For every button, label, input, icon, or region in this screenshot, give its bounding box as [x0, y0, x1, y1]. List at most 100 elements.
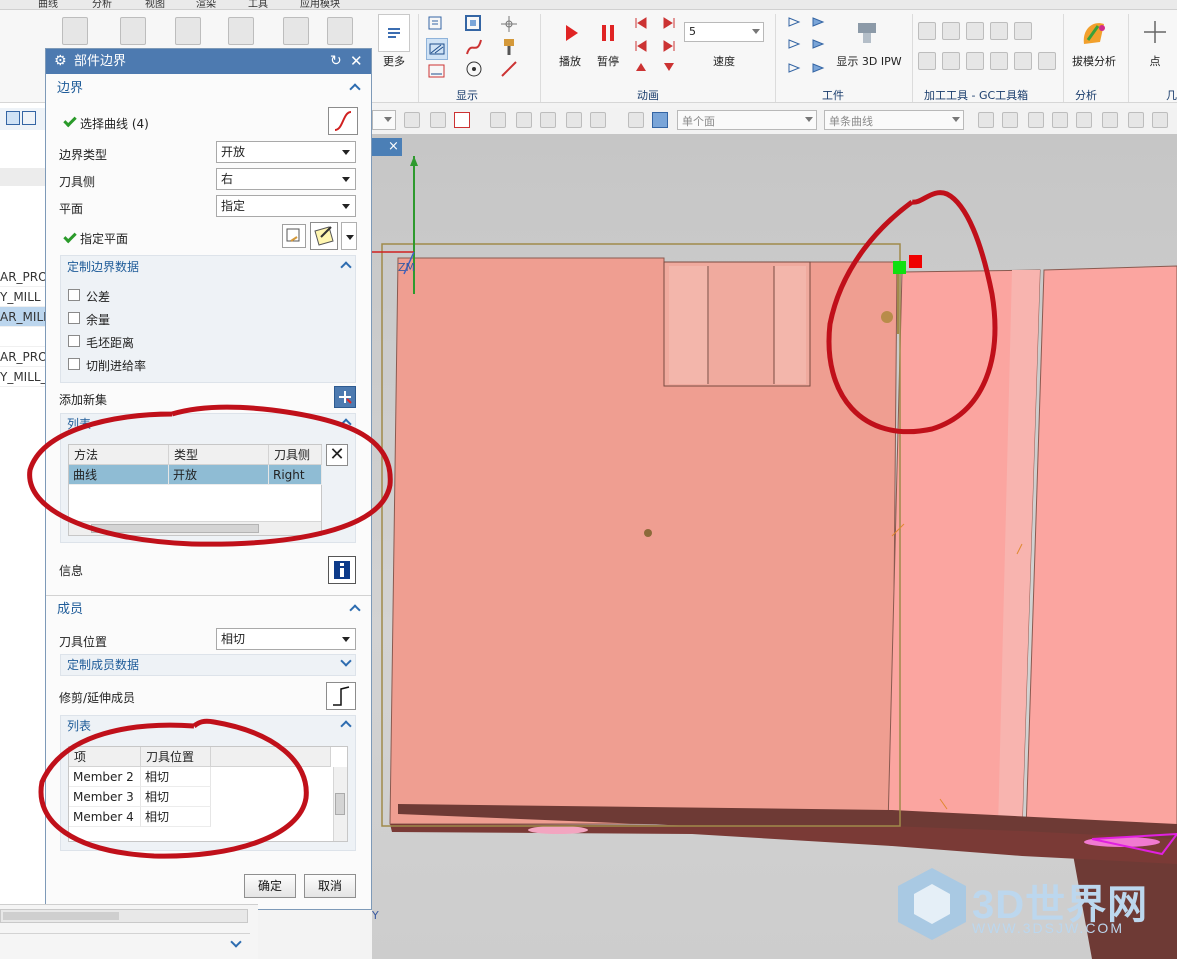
- menu-item[interactable]: 分析: [92, 0, 112, 9]
- navigator-item-selected[interactable]: AR_MILL: [0, 307, 46, 327]
- tool-position-select[interactable]: 相切: [216, 628, 356, 650]
- snap-icon[interactable]: [566, 112, 582, 128]
- snap-icon[interactable]: [1152, 112, 1168, 128]
- plane-options-dropdown[interactable]: [341, 222, 357, 250]
- circle-point-icon[interactable]: [463, 58, 485, 80]
- snap-icon[interactable]: [1002, 112, 1018, 128]
- collapse-icon[interactable]: [340, 720, 352, 732]
- speed-select[interactable]: 5: [684, 22, 764, 42]
- navigator-item[interactable]: Y_MILL: [0, 287, 46, 307]
- boundary-type-select[interactable]: 开放: [216, 141, 356, 163]
- select-curve-button[interactable]: [328, 107, 358, 135]
- ipw-icon[interactable]: [852, 17, 882, 49]
- type-filter-select[interactable]: [372, 110, 396, 130]
- point-icon[interactable]: [1142, 18, 1168, 46]
- cube-icon[interactable]: [652, 112, 668, 128]
- display-mode-icon[interactable]: [426, 13, 448, 35]
- gc-tool-icon[interactable]: [990, 52, 1008, 70]
- snap-icon[interactable]: [1102, 112, 1118, 128]
- toolbar-icon[interactable]: [62, 17, 88, 45]
- pause-icon[interactable]: [598, 22, 618, 44]
- tolerance-checkbox[interactable]: [68, 289, 80, 301]
- navigator-item[interactable]: Y_MILL_: [0, 367, 46, 387]
- play-button[interactable]: 播放: [553, 53, 587, 69]
- pause-button[interactable]: 暂停: [591, 53, 625, 69]
- ok-button[interactable]: 确定: [244, 874, 296, 898]
- workpiece-icons[interactable]: [786, 14, 804, 76]
- draft-analysis-icon[interactable]: [1078, 16, 1110, 50]
- snap-icon[interactable]: [516, 112, 532, 128]
- snap-icon[interactable]: [590, 112, 606, 128]
- stock-checkbox[interactable]: [68, 312, 80, 324]
- gc-tool-icon[interactable]: [942, 52, 960, 70]
- frame-icon[interactable]: [463, 13, 485, 35]
- collapse-icon[interactable]: [349, 83, 361, 95]
- snap-icon[interactable]: [1076, 112, 1092, 128]
- horizontal-scrollbar[interactable]: [0, 909, 248, 923]
- tool-side-select[interactable]: 右: [216, 168, 356, 190]
- toolbar-icon[interactable]: [175, 17, 201, 45]
- toolbar-icon[interactable]: [228, 17, 254, 45]
- close-icon[interactable]: ✕: [350, 49, 363, 74]
- snap-icon[interactable]: [490, 112, 506, 128]
- boundary-section-header[interactable]: 边界: [52, 77, 365, 101]
- members-section-header[interactable]: 成员: [52, 598, 365, 622]
- snap-icon[interactable]: [1052, 112, 1068, 128]
- nav-icon[interactable]: [22, 111, 36, 125]
- scrollbar-thumb[interactable]: [335, 793, 345, 815]
- toolbar-icon[interactable]: [120, 17, 146, 45]
- snap-icon[interactable]: [404, 112, 420, 128]
- custom-boundary-header[interactable]: 定制边界数据: [62, 255, 356, 279]
- menu-item[interactable]: 曲线: [38, 0, 58, 9]
- snap-icon[interactable]: [628, 112, 644, 128]
- collapse-icon[interactable]: [340, 261, 352, 273]
- toolbar-icon[interactable]: [327, 17, 353, 45]
- model-view[interactable]: [372, 134, 1177, 959]
- point-button[interactable]: 点: [1142, 53, 1168, 69]
- select-curve-label[interactable]: 选择曲线 (4): [80, 115, 149, 132]
- cancel-button[interactable]: 取消: [304, 874, 356, 898]
- gc-tool-icon[interactable]: [1014, 22, 1032, 40]
- chevron-down-icon[interactable]: [230, 936, 242, 948]
- more-icon[interactable]: [378, 14, 410, 52]
- gc-tool-icon[interactable]: [942, 22, 960, 40]
- hatch-icon[interactable]: [426, 38, 448, 60]
- close-view-icon[interactable]: ×: [388, 139, 399, 154]
- tool-icon[interactable]: [498, 36, 520, 58]
- more-button[interactable]: 更多: [378, 53, 410, 69]
- plane-dialog-button[interactable]: [282, 224, 306, 248]
- step-forward-icon[interactable]: [660, 15, 678, 75]
- expand-icon[interactable]: [340, 655, 352, 667]
- navigator-item[interactable]: AR_PROF: [0, 347, 46, 367]
- dialog-title-bar[interactable]: ⚙ 部件边界 ↻ ✕: [46, 49, 371, 74]
- play-icon[interactable]: [561, 22, 581, 44]
- select-box-icon[interactable]: [454, 112, 470, 128]
- workpiece-icons-2[interactable]: [810, 14, 828, 76]
- scrollbar-thumb[interactable]: [3, 912, 119, 920]
- gc-tool-icon[interactable]: [918, 22, 936, 40]
- snap-icon[interactable]: [430, 112, 446, 128]
- gc-tool-icon[interactable]: [966, 22, 984, 40]
- snap-icon[interactable]: [1028, 112, 1044, 128]
- curve-icon[interactable]: [463, 36, 485, 58]
- reset-icon[interactable]: ↻: [330, 49, 342, 74]
- specify-plane-label[interactable]: 指定平面: [80, 230, 128, 247]
- plane-select[interactable]: 指定: [216, 195, 356, 217]
- gc-tool-icon[interactable]: [966, 52, 984, 70]
- blank-distance-checkbox[interactable]: [68, 335, 80, 347]
- gc-tool-icon[interactable]: [1014, 52, 1032, 70]
- toolbar-icon[interactable]: [283, 17, 309, 45]
- snap-icon[interactable]: [978, 112, 994, 128]
- snap-icon[interactable]: [540, 112, 556, 128]
- trim-extend-button[interactable]: [326, 682, 356, 710]
- show-3d-ipw-button[interactable]: 显示 3D IPW: [834, 53, 904, 69]
- snap-icon[interactable]: [1128, 112, 1144, 128]
- menu-item[interactable]: 渲染: [196, 0, 216, 9]
- info-icon[interactable]: [328, 556, 356, 584]
- menu-item[interactable]: 工具: [248, 0, 268, 9]
- navigator-item[interactable]: [0, 327, 46, 347]
- face-rule-select[interactable]: 单个面: [677, 110, 817, 130]
- curve-rule-select[interactable]: 单条曲线: [824, 110, 964, 130]
- gc-tool-icon[interactable]: [1038, 52, 1056, 70]
- step-controls-icon[interactable]: [632, 15, 650, 75]
